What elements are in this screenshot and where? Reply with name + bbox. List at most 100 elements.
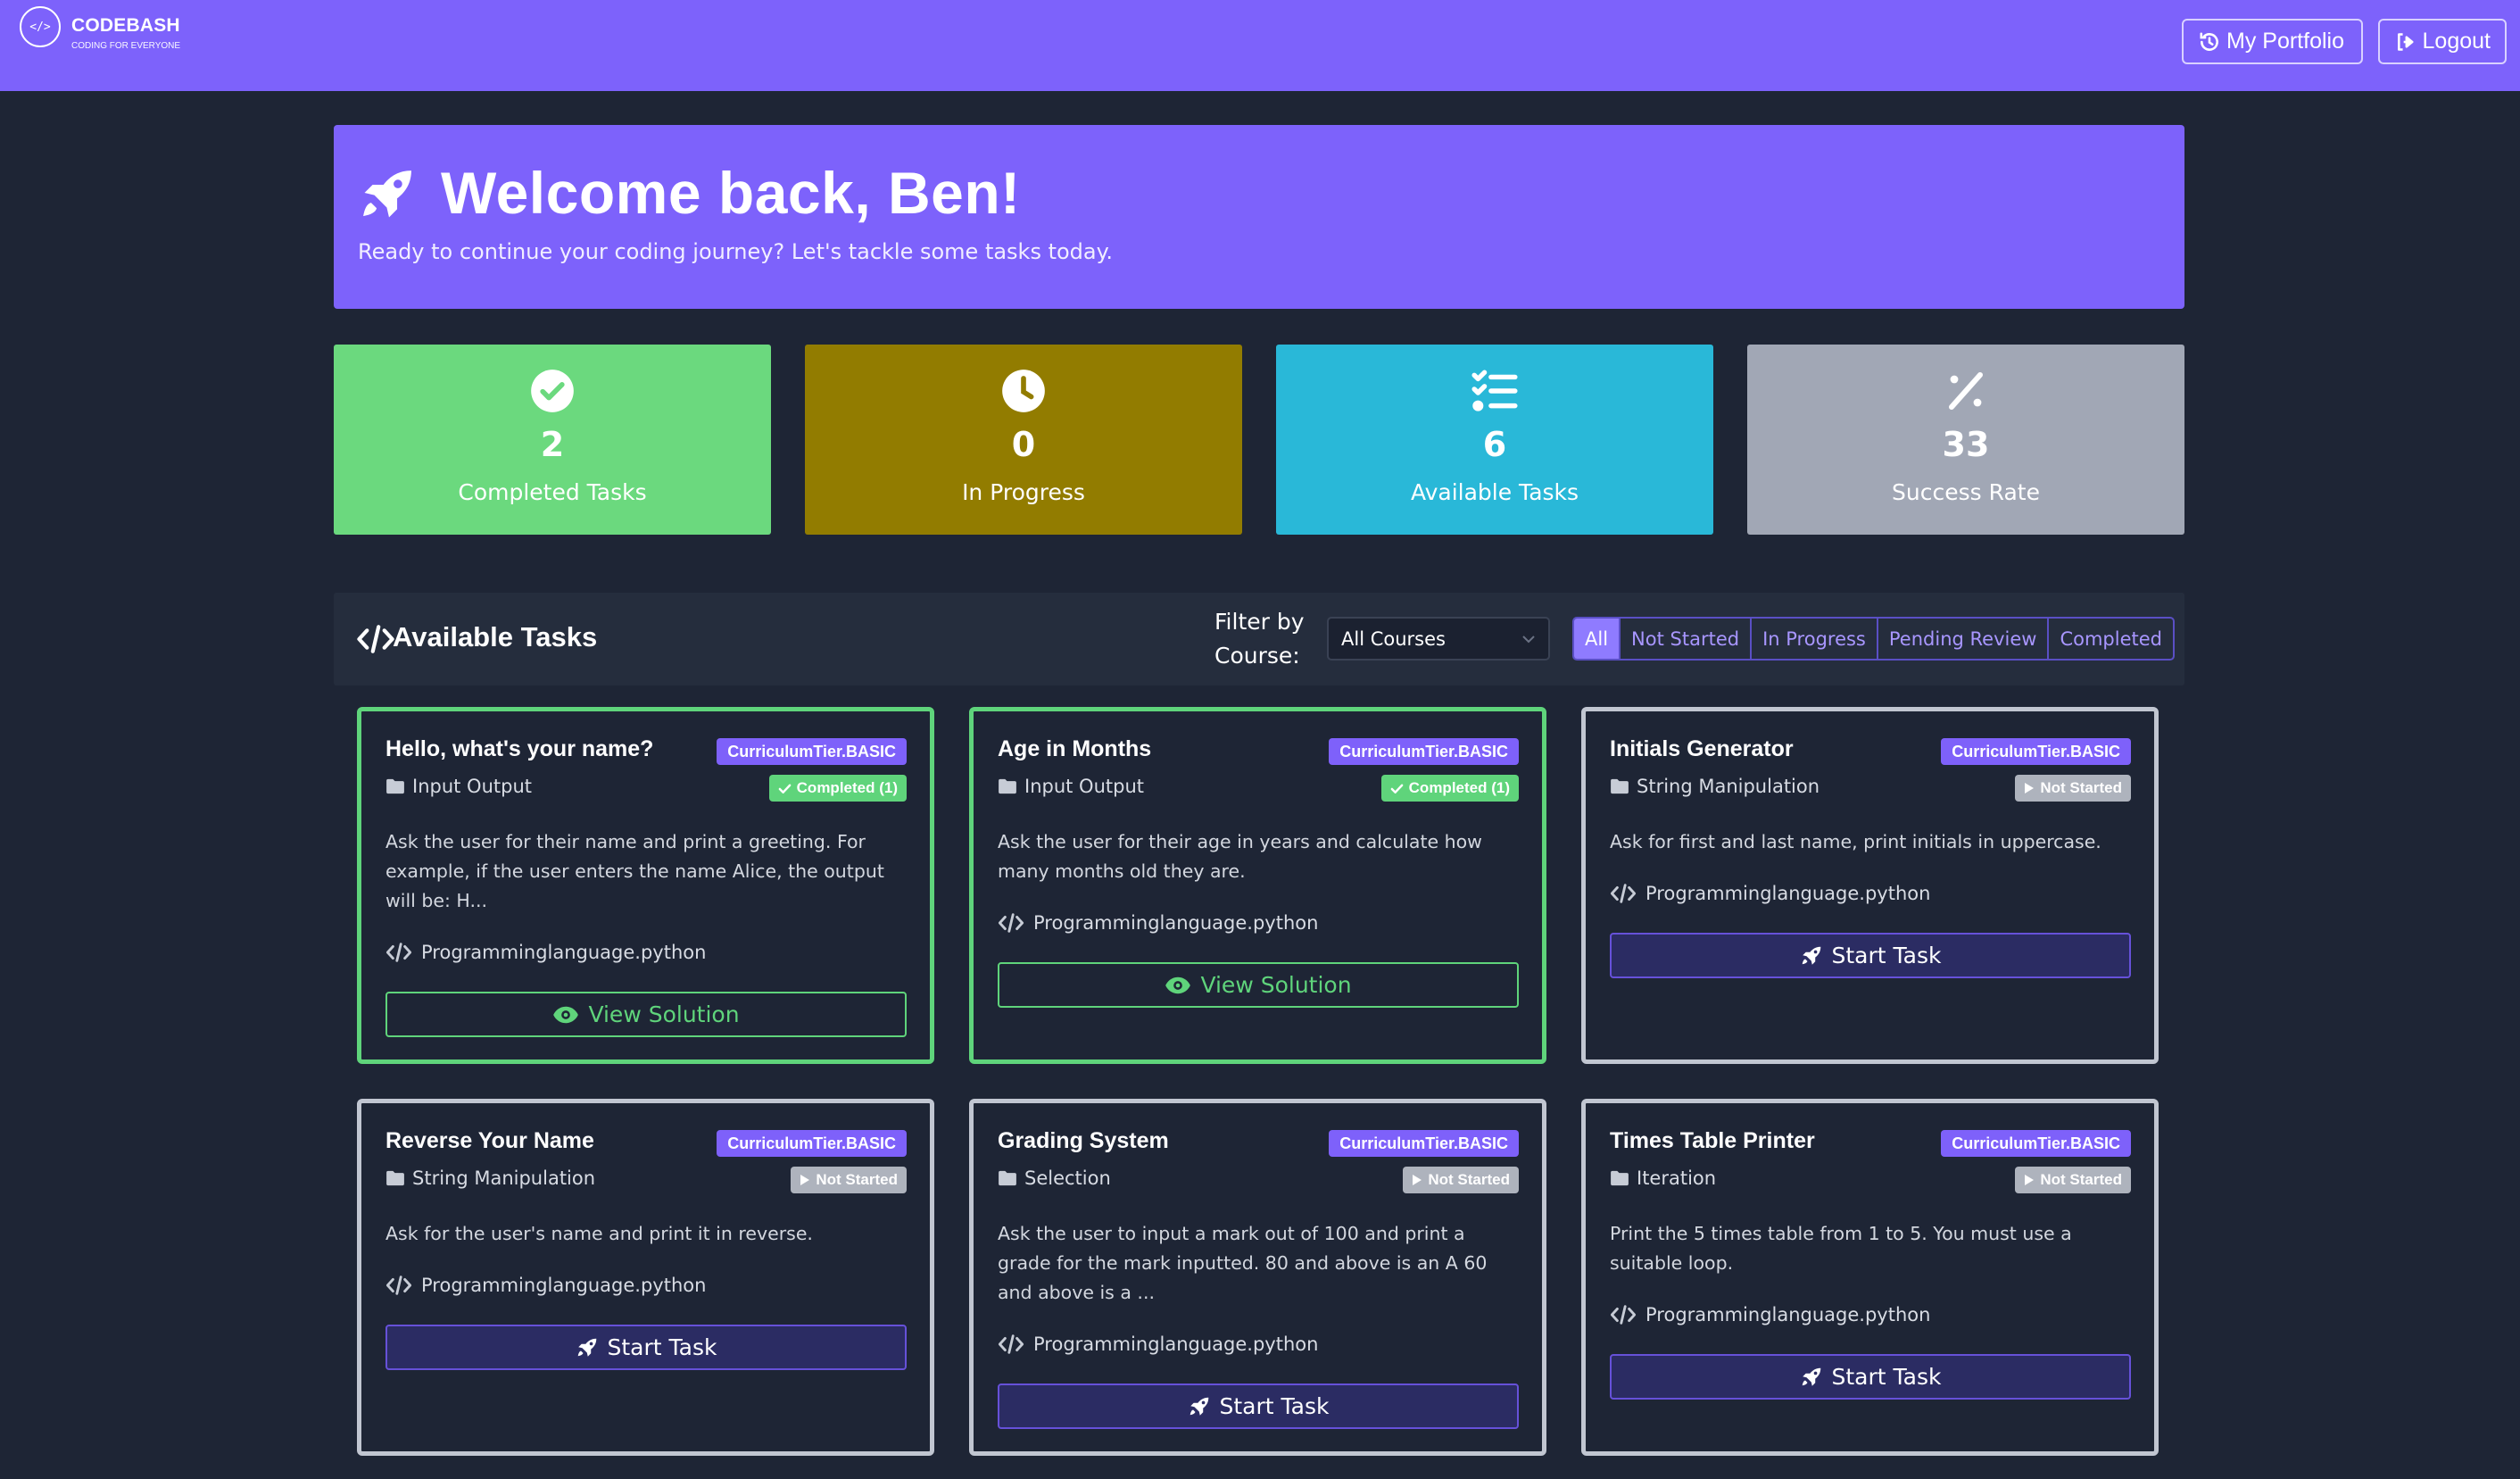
task-language-label: Programminglanguage.python xyxy=(1645,883,1931,904)
check-circle-icon xyxy=(531,370,574,412)
filter-in-progress[interactable]: In Progress xyxy=(1750,619,1877,659)
history-icon xyxy=(2200,31,2218,51)
folder-icon xyxy=(386,778,404,794)
status-badge: Not Started xyxy=(791,1167,907,1193)
task-category: Selection xyxy=(998,1167,1111,1189)
stat-card-success-rate: 33 Success Rate xyxy=(1747,345,2184,535)
task-category-label: String Manipulation xyxy=(1637,776,1820,797)
task-category-label: Input Output xyxy=(1024,776,1144,797)
my-portfolio-button[interactable]: My Portfolio xyxy=(2182,19,2363,64)
view-solution-label: View Solution xyxy=(588,1001,740,1027)
rocket-icon xyxy=(363,170,411,218)
task-description: Ask the user to input a mark out of 100 … xyxy=(998,1223,1488,1303)
my-portfolio-label: My Portfolio xyxy=(2226,29,2344,54)
start-task-button[interactable]: Start Task xyxy=(998,1383,1519,1429)
task-language: Programminglanguage.python xyxy=(385,1275,706,1296)
rocket-icon xyxy=(1802,946,1820,965)
task-title: Reverse Your Name xyxy=(385,1128,594,1153)
stat-value: 33 xyxy=(1942,425,1990,464)
start-task-button[interactable]: Start Task xyxy=(385,1325,907,1370)
stat-label: Completed Tasks xyxy=(458,479,647,505)
stat-card-in-progress: 0 In Progress xyxy=(805,345,1242,535)
task-category-label: Input Output xyxy=(412,776,532,797)
logout-icon xyxy=(2398,32,2414,51)
stat-label: Available Tasks xyxy=(1410,479,1579,505)
view-solution-button[interactable]: View Solution xyxy=(998,962,1519,1008)
folder-icon xyxy=(1611,778,1629,794)
code-icon xyxy=(1610,884,1637,903)
code-icon xyxy=(998,1334,1024,1354)
play-icon xyxy=(2025,1175,2035,1185)
task-card: Grading System CurriculumTier.BASIC Not … xyxy=(969,1099,1546,1456)
clock-icon xyxy=(1002,370,1045,412)
task-category: String Manipulation xyxy=(1610,776,1820,797)
task-category: Input Output xyxy=(385,776,532,797)
status-badge-label: Not Started xyxy=(816,1171,898,1188)
start-task-label: Start Task xyxy=(1219,1393,1330,1419)
status-badge-label: Completed (1) xyxy=(796,779,898,796)
status-badge: Not Started xyxy=(2015,775,2131,802)
status-badge-label: Not Started xyxy=(2040,779,2122,796)
list-check-icon xyxy=(1471,370,1518,411)
status-badge: Completed (1) xyxy=(768,775,907,802)
task-card: Initials Generator CurriculumTier.BASIC … xyxy=(1581,707,2159,1064)
start-task-label: Start Task xyxy=(1831,1364,1942,1390)
course-select[interactable]: All Courses xyxy=(1327,617,1550,661)
stat-value: 2 xyxy=(540,425,565,464)
filter-not-started[interactable]: Not Started xyxy=(1619,619,1750,659)
task-language-label: Programminglanguage.python xyxy=(1033,1334,1319,1355)
top-navbar: </> CODEBASH CODING FOR EVERYONE My Port… xyxy=(0,0,2520,91)
status-badge: Not Started xyxy=(1403,1167,1519,1193)
percent-icon xyxy=(1949,372,1983,410)
start-task-button[interactable]: Start Task xyxy=(1610,933,2131,978)
code-icon xyxy=(357,625,394,653)
eye-icon xyxy=(553,1006,579,1023)
view-solution-label: View Solution xyxy=(1200,972,1352,998)
folder-icon xyxy=(1611,1170,1629,1186)
tier-badge: CurriculumTier.BASIC xyxy=(1329,738,1519,765)
filter-all[interactable]: All xyxy=(1574,619,1620,659)
task-category: String Manipulation xyxy=(385,1167,595,1189)
chevron-down-icon xyxy=(1522,635,1535,643)
tier-badge: CurriculumTier.BASIC xyxy=(717,1130,907,1157)
check-icon xyxy=(1390,784,1403,794)
rocket-icon xyxy=(1802,1367,1820,1386)
logout-label: Logout xyxy=(2422,29,2491,54)
task-language: Programminglanguage.python xyxy=(998,912,1318,934)
task-language-label: Programminglanguage.python xyxy=(1645,1304,1931,1325)
rocket-icon xyxy=(577,1338,596,1357)
play-icon xyxy=(1413,1175,1422,1185)
task-category-label: String Manipulation xyxy=(412,1167,596,1189)
course-select-value: All Courses xyxy=(1341,627,1446,650)
welcome-title: Welcome back, Ben! xyxy=(441,160,1021,226)
task-title: Age in Months xyxy=(998,736,1152,761)
filter-pending-review[interactable]: Pending Review xyxy=(1876,619,2048,659)
brand-link[interactable]: </> CODEBASH CODING FOR EVERYONE xyxy=(20,6,180,51)
task-language-label: Programminglanguage.python xyxy=(421,942,707,963)
filter-completed[interactable]: Completed xyxy=(2047,619,2173,659)
folder-icon xyxy=(386,1170,404,1186)
task-card: Reverse Your Name CurriculumTier.BASIC N… xyxy=(357,1099,934,1456)
task-card: Times Table Printer CurriculumTier.BASIC… xyxy=(1581,1099,2159,1456)
tier-badge: CurriculumTier.BASIC xyxy=(1329,1130,1519,1157)
rocket-icon xyxy=(1190,1397,1208,1416)
task-language: Programminglanguage.python xyxy=(385,942,706,963)
view-solution-button[interactable]: View Solution xyxy=(385,992,907,1037)
brand-tagline: CODING FOR EVERYONE xyxy=(71,41,181,51)
tier-badge: CurriculumTier.BASIC xyxy=(1941,738,2131,765)
start-task-button[interactable]: Start Task xyxy=(1610,1354,2131,1400)
play-icon xyxy=(800,1175,810,1185)
brand-name: CODEBASH xyxy=(71,15,180,36)
task-description: Ask the user for their name and print a … xyxy=(385,831,884,911)
folder-icon xyxy=(999,778,1016,794)
filter-by-course-label: Filter by Course: xyxy=(1214,609,1305,669)
task-language-label: Programminglanguage.python xyxy=(1033,912,1319,934)
tier-badge: CurriculumTier.BASIC xyxy=(717,738,907,765)
tasks-panel-header: Available Tasks Filter by Course: All Co… xyxy=(334,593,2184,685)
status-badge: Not Started xyxy=(2015,1167,2131,1193)
task-description: Ask the user for their age in years and … xyxy=(998,831,1482,882)
logout-button[interactable]: Logout xyxy=(2378,19,2507,64)
task-card: Age in Months CurriculumTier.BASIC Compl… xyxy=(969,707,1546,1064)
stat-value: 6 xyxy=(1482,425,1507,464)
code-icon xyxy=(1610,1305,1637,1325)
